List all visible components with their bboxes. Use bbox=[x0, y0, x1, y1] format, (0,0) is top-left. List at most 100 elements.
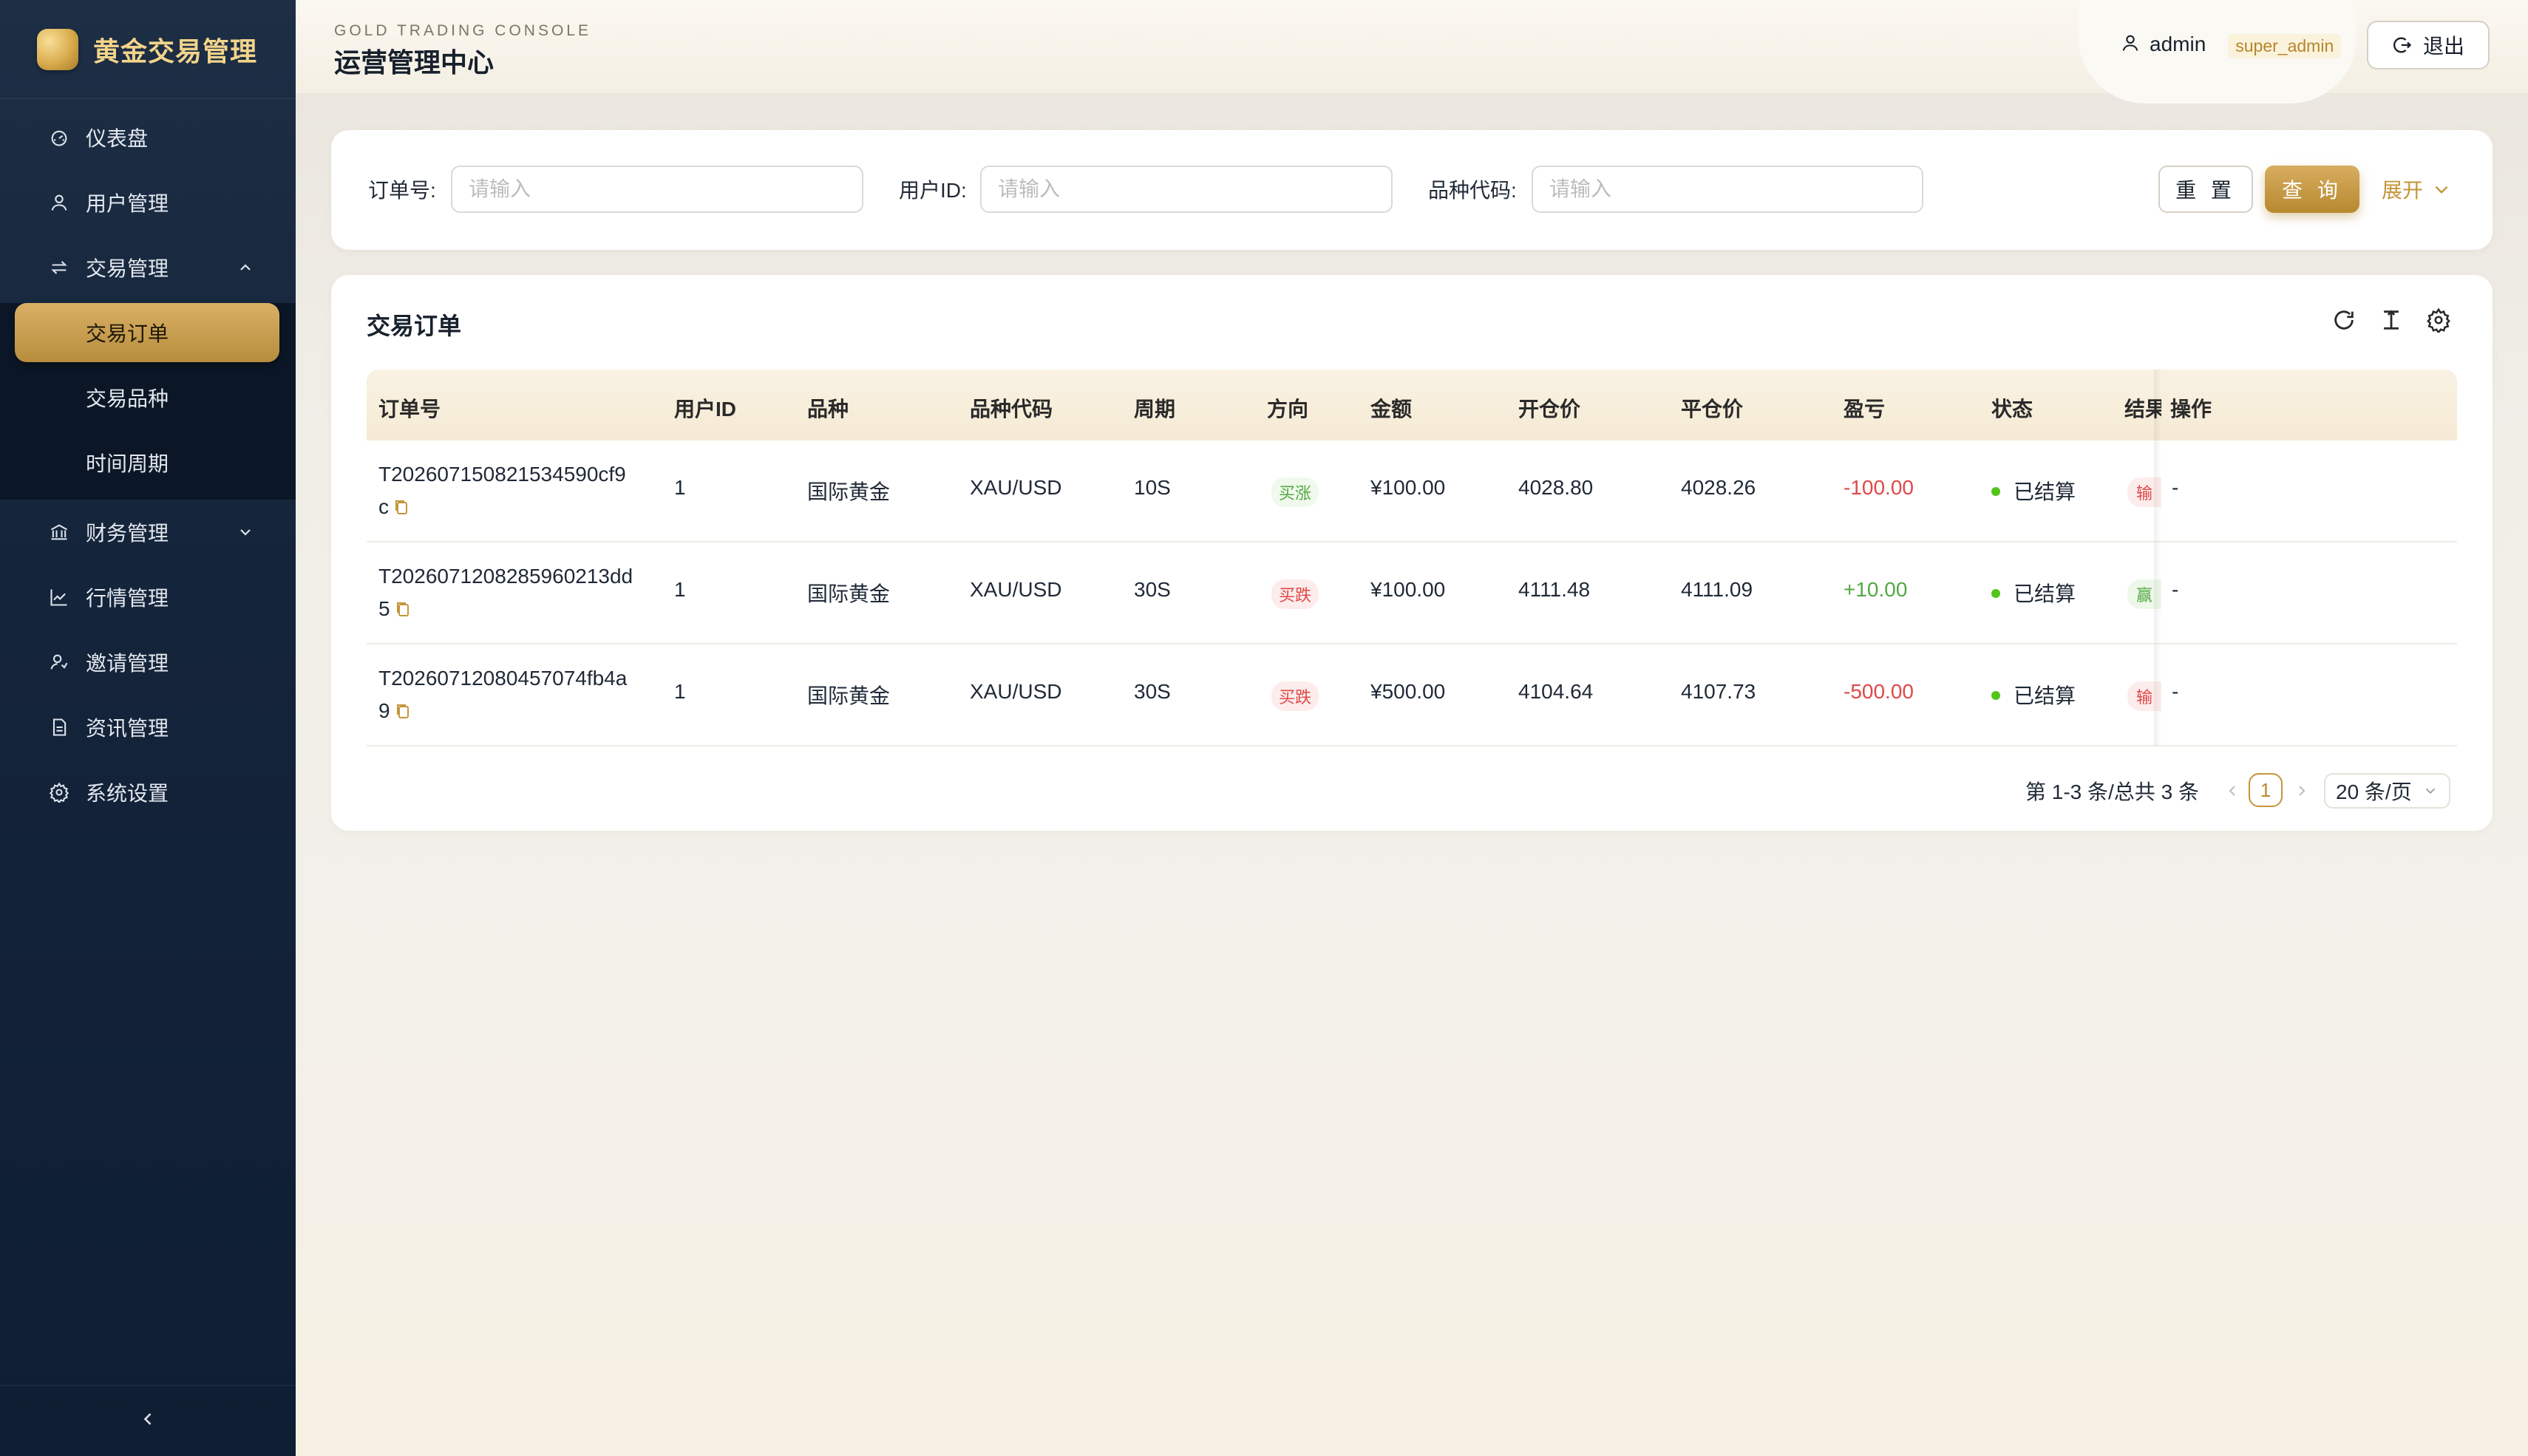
swap-icon bbox=[49, 257, 69, 278]
sidebar-item-finance[interactable]: 财务管理 bbox=[0, 500, 296, 565]
copy-icon[interactable] bbox=[395, 595, 411, 616]
status-text: 已结算 bbox=[2014, 582, 2076, 605]
sidebar-item-label: 用户管理 bbox=[86, 192, 169, 215]
col-amount[interactable]: 金额 bbox=[1370, 393, 1412, 423]
open-price-cell: 4104.64 bbox=[1518, 680, 1594, 703]
prev-page-icon[interactable] bbox=[2223, 782, 2241, 800]
user-id-cell: 1 bbox=[674, 680, 686, 703]
period-cell: 30S bbox=[1134, 680, 1171, 703]
col-user-id[interactable]: 用户ID bbox=[674, 393, 736, 423]
sidebar-item-label: 仪表盘 bbox=[86, 127, 149, 150]
col-period[interactable]: 周期 bbox=[1134, 393, 1175, 423]
col-direction[interactable]: 方向 bbox=[1267, 393, 1308, 423]
sidebar-item-time-periods[interactable]: 时间周期 bbox=[0, 430, 296, 495]
sidebar-item-trading[interactable]: 交易管理 bbox=[0, 235, 296, 300]
copy-icon[interactable] bbox=[395, 697, 411, 718]
document-icon bbox=[49, 717, 69, 738]
next-page-icon[interactable] bbox=[2293, 782, 2311, 800]
close-price-cell: 4028.26 bbox=[1681, 476, 1756, 499]
amount-cell: ¥500.00 bbox=[1370, 680, 1446, 703]
refresh-icon[interactable] bbox=[2331, 307, 2357, 333]
status-dot bbox=[1991, 589, 2000, 598]
settings-icon[interactable] bbox=[2426, 307, 2451, 333]
orders-table-card: 交易订单 订单号 用户ID 品种 品种代码 周期 方向 金额 开仓价 平仓价 盈… bbox=[331, 275, 2493, 831]
page-size-select[interactable]: 20 条/页 bbox=[2324, 773, 2450, 809]
table-title: 交易订单 bbox=[367, 313, 462, 339]
sidebar-item-label: 行情管理 bbox=[86, 587, 169, 610]
sidebar-item-market[interactable]: 行情管理 bbox=[0, 565, 296, 630]
pnl-cell: -500.00 bbox=[1844, 680, 1914, 703]
sidebar-collapse-button[interactable] bbox=[0, 1385, 296, 1456]
trading-submenu: 交易订单 交易品种 时间周期 bbox=[0, 303, 296, 500]
col-open-price[interactable]: 开仓价 bbox=[1518, 393, 1580, 423]
status-dot bbox=[1991, 487, 2000, 496]
col-actions: 操作 bbox=[2170, 398, 2212, 421]
order-no-text: c bbox=[378, 495, 389, 518]
direction-tag: 买跌 bbox=[1271, 681, 1319, 711]
logout-button[interactable]: 退出 bbox=[2367, 21, 2490, 69]
dashboard-icon bbox=[49, 127, 69, 148]
col-product[interactable]: 品种 bbox=[807, 393, 849, 423]
order-no-input[interactable]: 请输入 bbox=[451, 166, 863, 213]
product-code-cell: XAU/USD bbox=[970, 476, 1062, 499]
status-cell: 已结算 bbox=[1991, 578, 2076, 608]
brand[interactable]: 黄金交易管理 bbox=[0, 0, 296, 99]
sidebar-item-trade-orders[interactable]: 交易订单 bbox=[15, 303, 279, 362]
reset-button[interactable]: 重 置 bbox=[2158, 166, 2253, 213]
col-product-code[interactable]: 品种代码 bbox=[970, 393, 1053, 423]
close-price-cell: 4107.73 bbox=[1681, 680, 1756, 703]
open-price-cell: 4111.48 bbox=[1518, 578, 1591, 601]
page-number-current[interactable]: 1 bbox=[2249, 773, 2283, 807]
gear-icon bbox=[49, 782, 69, 803]
status-text: 已结算 bbox=[2014, 480, 2076, 503]
amount-cell: ¥100.00 bbox=[1370, 578, 1446, 601]
sidebar-item-label: 财务管理 bbox=[86, 522, 169, 545]
order-no-label: 订单号: bbox=[368, 179, 436, 202]
product-code-cell: XAU/USD bbox=[970, 578, 1062, 601]
copy-icon[interactable] bbox=[393, 493, 410, 514]
user-id-input[interactable]: 请输入 bbox=[980, 166, 1393, 213]
table-row[interactable]: T20260712080457074fb4a 9 1 国际黄金 XAU/USD … bbox=[367, 644, 2457, 746]
period-cell: 30S bbox=[1134, 578, 1171, 601]
brand-name: 黄金交易管理 bbox=[93, 35, 258, 67]
line-chart-icon bbox=[49, 587, 69, 608]
sidebar-item-trade-products[interactable]: 交易品种 bbox=[0, 365, 296, 430]
sidebar-item-users[interactable]: 用户管理 bbox=[0, 170, 296, 235]
sidebar-item-label: 邀请管理 bbox=[86, 652, 169, 675]
col-status[interactable]: 状态 bbox=[1991, 393, 2033, 423]
user-menu[interactable]: admin super_admin bbox=[2079, 0, 2357, 103]
sidebar-item-invite[interactable]: 邀请管理 bbox=[0, 630, 296, 695]
sidebar-menu: 仪表盘 用户管理 交易管理 交易订单 交易品种 时间周期 财务管理 行情管理 邀… bbox=[0, 99, 296, 825]
page-title: 运营管理中心 bbox=[334, 47, 495, 78]
product-code-input[interactable]: 请输入 bbox=[1532, 166, 1923, 213]
period-cell: 10S bbox=[1134, 476, 1171, 499]
amount-cell: ¥100.00 bbox=[1370, 476, 1446, 499]
fixed-column-shadow bbox=[2154, 370, 2161, 746]
sidebar-item-dashboard[interactable]: 仪表盘 bbox=[0, 105, 296, 170]
col-order-no[interactable]: 订单号 bbox=[378, 393, 441, 423]
table-row[interactable]: T202607150821534590cf9 c 1 国际黄金 XAU/USD … bbox=[367, 440, 2457, 542]
product-code-label: 品种代码: bbox=[1428, 179, 1517, 202]
user-id-label: 用户ID: bbox=[899, 179, 967, 202]
action-cell: - bbox=[2172, 578, 2179, 601]
page-size-label: 20 条/页 bbox=[2336, 780, 2412, 803]
order-no-cell: T202607150821534590cf9 c bbox=[378, 458, 667, 523]
table-row[interactable]: T2026071208285960213dd 5 1 国际黄金 XAU/USD … bbox=[367, 542, 2457, 644]
order-no-text: 5 bbox=[378, 597, 390, 620]
query-button[interactable]: 查 询 bbox=[2265, 166, 2359, 213]
expand-toggle[interactable]: 展开 bbox=[2382, 174, 2451, 204]
order-no-cell: T20260712080457074fb4a 9 bbox=[378, 662, 667, 727]
pnl-cell: +10.00 bbox=[1844, 578, 1908, 601]
product-cell: 国际黄金 bbox=[807, 684, 891, 707]
logout-icon bbox=[2392, 35, 2413, 55]
column-height-icon[interactable] bbox=[2379, 307, 2404, 333]
direction-tag: 买涨 bbox=[1271, 477, 1319, 507]
sidebar-item-news[interactable]: 资讯管理 bbox=[0, 695, 296, 760]
col-pnl[interactable]: 盈亏 bbox=[1844, 393, 1885, 423]
col-close-price[interactable]: 平仓价 bbox=[1681, 393, 1743, 423]
user-icon bbox=[49, 192, 69, 213]
table-header: 订单号 用户ID 品种 品种代码 周期 方向 金额 开仓价 平仓价 盈亏 状态 … bbox=[367, 370, 2457, 440]
sidebar-item-settings[interactable]: 系统设置 bbox=[0, 760, 296, 825]
order-no-text: T2026071208285960213dd bbox=[378, 565, 633, 588]
open-price-cell: 4028.80 bbox=[1518, 476, 1594, 499]
